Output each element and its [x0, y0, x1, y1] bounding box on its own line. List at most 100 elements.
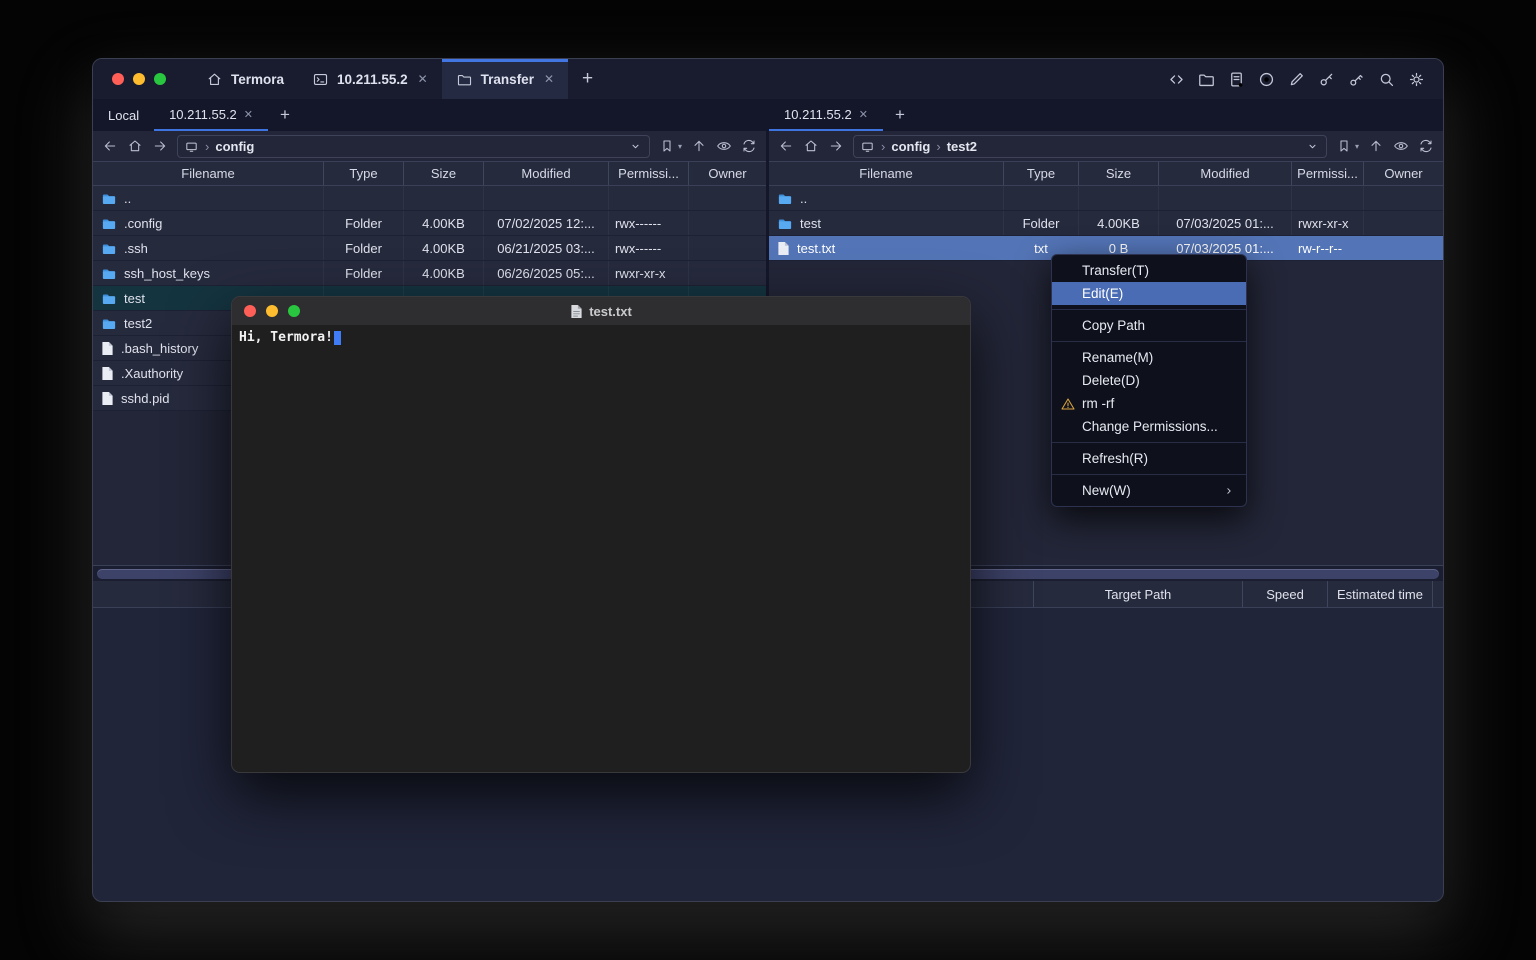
column-header-modified[interactable]: Modified [1159, 162, 1292, 185]
show-hidden-icon[interactable] [716, 138, 732, 154]
refresh-icon[interactable] [1418, 138, 1434, 154]
editor-window: test.txt Hi, Termora! [231, 296, 971, 773]
gear-icon[interactable] [1407, 70, 1426, 89]
minimize-window-button[interactable] [133, 73, 145, 85]
folder-icon [777, 216, 793, 230]
editor-titlebar[interactable]: test.txt [232, 297, 970, 325]
close-tab-icon[interactable]: ✕ [244, 108, 253, 121]
path-bar[interactable]: › config [177, 135, 650, 158]
home-icon[interactable] [127, 138, 143, 154]
menu-item-edit[interactable]: Edit(E) [1052, 282, 1246, 305]
close-window-button[interactable] [244, 305, 256, 317]
back-icon[interactable] [778, 138, 794, 154]
table-row[interactable]: .ssh Folder 4.00KB 06/21/2025 03:... rwx… [93, 236, 766, 261]
tab-termora[interactable]: Termora [192, 59, 298, 99]
menu-item-refresh[interactable]: Refresh(R) [1052, 447, 1246, 470]
column-header-filename[interactable]: Filename [93, 162, 324, 185]
right-panel-toolbar: › config › test2 ▾ [769, 131, 1443, 161]
menu-item-delete[interactable]: Delete(D) [1052, 369, 1246, 392]
log-icon[interactable] [1227, 70, 1246, 89]
column-header-type[interactable]: Type [1004, 162, 1079, 185]
column-header-filename[interactable]: Filename [769, 162, 1004, 185]
new-panel-tab-button[interactable]: + [268, 99, 302, 131]
titlebar: Termora 10.211.55.2 ✕ Transfer ✕ + [93, 59, 1443, 99]
column-header-size[interactable]: Size [404, 162, 484, 185]
column-header-owner[interactable]: Owner [1364, 162, 1443, 185]
show-hidden-icon[interactable] [1393, 138, 1409, 154]
table-row[interactable]: .. [769, 186, 1443, 211]
file-icon [777, 241, 790, 256]
menu-separator [1052, 341, 1246, 342]
refresh-icon[interactable] [741, 138, 757, 154]
path-segment[interactable]: test2 [947, 139, 977, 154]
close-tab-icon[interactable]: ✕ [418, 72, 428, 86]
tab-remote-host[interactable]: 10.211.55.2 ✕ [769, 99, 883, 131]
tab-transfer[interactable]: Transfer ✕ [442, 59, 568, 99]
bookmark-icon[interactable] [1336, 138, 1352, 154]
column-header-modified[interactable]: Modified [484, 162, 609, 185]
minimize-window-button[interactable] [266, 305, 278, 317]
tab-ssh-session[interactable]: 10.211.55.2 ✕ [298, 59, 442, 99]
chevron-down-icon[interactable] [1305, 139, 1320, 154]
editor-content[interactable]: Hi, Termora! [232, 325, 970, 350]
menu-separator [1052, 474, 1246, 475]
table-row[interactable]: .. [93, 186, 766, 211]
path-separator: › [205, 139, 209, 154]
path-segment[interactable]: config [215, 139, 254, 154]
forward-icon[interactable] [152, 138, 168, 154]
new-tab-button[interactable]: + [568, 59, 607, 99]
terminal-icon [312, 71, 329, 88]
search-icon[interactable] [1377, 70, 1396, 89]
bookmark-caret-icon[interactable]: ▾ [678, 142, 682, 151]
column-header-owner[interactable]: Owner [689, 162, 766, 185]
column-header-size[interactable]: Size [1079, 162, 1159, 185]
bookmark-icon[interactable] [659, 138, 675, 154]
tab-label: 10.211.55.2 [337, 72, 408, 87]
column-header-estimated-time[interactable]: Estimated time [1327, 581, 1433, 607]
column-header-type[interactable]: Type [324, 162, 404, 185]
column-header-target-path[interactable]: Target Path [1033, 581, 1242, 607]
zoom-window-button[interactable] [288, 305, 300, 317]
column-header-permissions[interactable]: Permissi... [609, 162, 689, 185]
tab-label: Local [108, 108, 139, 123]
tab-remote-host[interactable]: 10.211.55.2 ✕ [154, 99, 268, 131]
folder-icon [456, 71, 473, 88]
tab-local[interactable]: Local [93, 99, 154, 131]
document-icon [570, 304, 583, 319]
column-header-speed[interactable]: Speed [1242, 581, 1327, 607]
menu-item-rename[interactable]: Rename(M) [1052, 346, 1246, 369]
bookmark-caret-icon[interactable]: ▾ [1355, 142, 1359, 151]
close-tab-icon[interactable]: ✕ [544, 72, 554, 86]
folder-icon [101, 191, 117, 205]
menu-item-transfer[interactable]: Transfer(T) [1052, 259, 1246, 282]
submenu-chevron-right-icon [1222, 484, 1236, 498]
column-header-permissions[interactable]: Permissi... [1292, 162, 1364, 185]
back-icon[interactable] [102, 138, 118, 154]
path-segment[interactable]: config [891, 139, 930, 154]
menu-item-rm-rf[interactable]: rm -rf [1052, 392, 1246, 415]
menu-item-copy-path[interactable]: Copy Path [1052, 314, 1246, 337]
folder-icon[interactable] [1197, 70, 1216, 89]
path-bar[interactable]: › config › test2 [853, 135, 1327, 158]
up-directory-icon[interactable] [691, 138, 707, 154]
chevron-down-icon[interactable] [628, 139, 643, 154]
pencil-icon[interactable] [1287, 70, 1306, 89]
up-directory-icon[interactable] [1368, 138, 1384, 154]
new-panel-tab-button[interactable]: + [883, 99, 917, 131]
code-icon[interactable] [1167, 70, 1186, 89]
forward-icon[interactable] [828, 138, 844, 154]
left-panel-toolbar: › config ▾ [93, 131, 766, 161]
home-icon[interactable] [803, 138, 819, 154]
warning-icon [1060, 396, 1076, 412]
table-row[interactable]: test Folder 4.00KB 07/03/2025 01:... rwx… [769, 211, 1443, 236]
table-row[interactable]: ssh_host_keys Folder 4.00KB 06/26/2025 0… [93, 261, 766, 286]
menu-item-new[interactable]: New(W) [1052, 479, 1246, 502]
table-row[interactable]: .config Folder 4.00KB 07/02/2025 12:... … [93, 211, 766, 236]
zoom-window-button[interactable] [154, 73, 166, 85]
keychain-icon[interactable] [1347, 70, 1366, 89]
key-icon[interactable] [1317, 70, 1336, 89]
close-window-button[interactable] [112, 73, 124, 85]
close-tab-icon[interactable]: ✕ [859, 108, 868, 121]
menu-item-change-permissions[interactable]: Change Permissions... [1052, 415, 1246, 438]
record-icon[interactable] [1257, 70, 1276, 89]
